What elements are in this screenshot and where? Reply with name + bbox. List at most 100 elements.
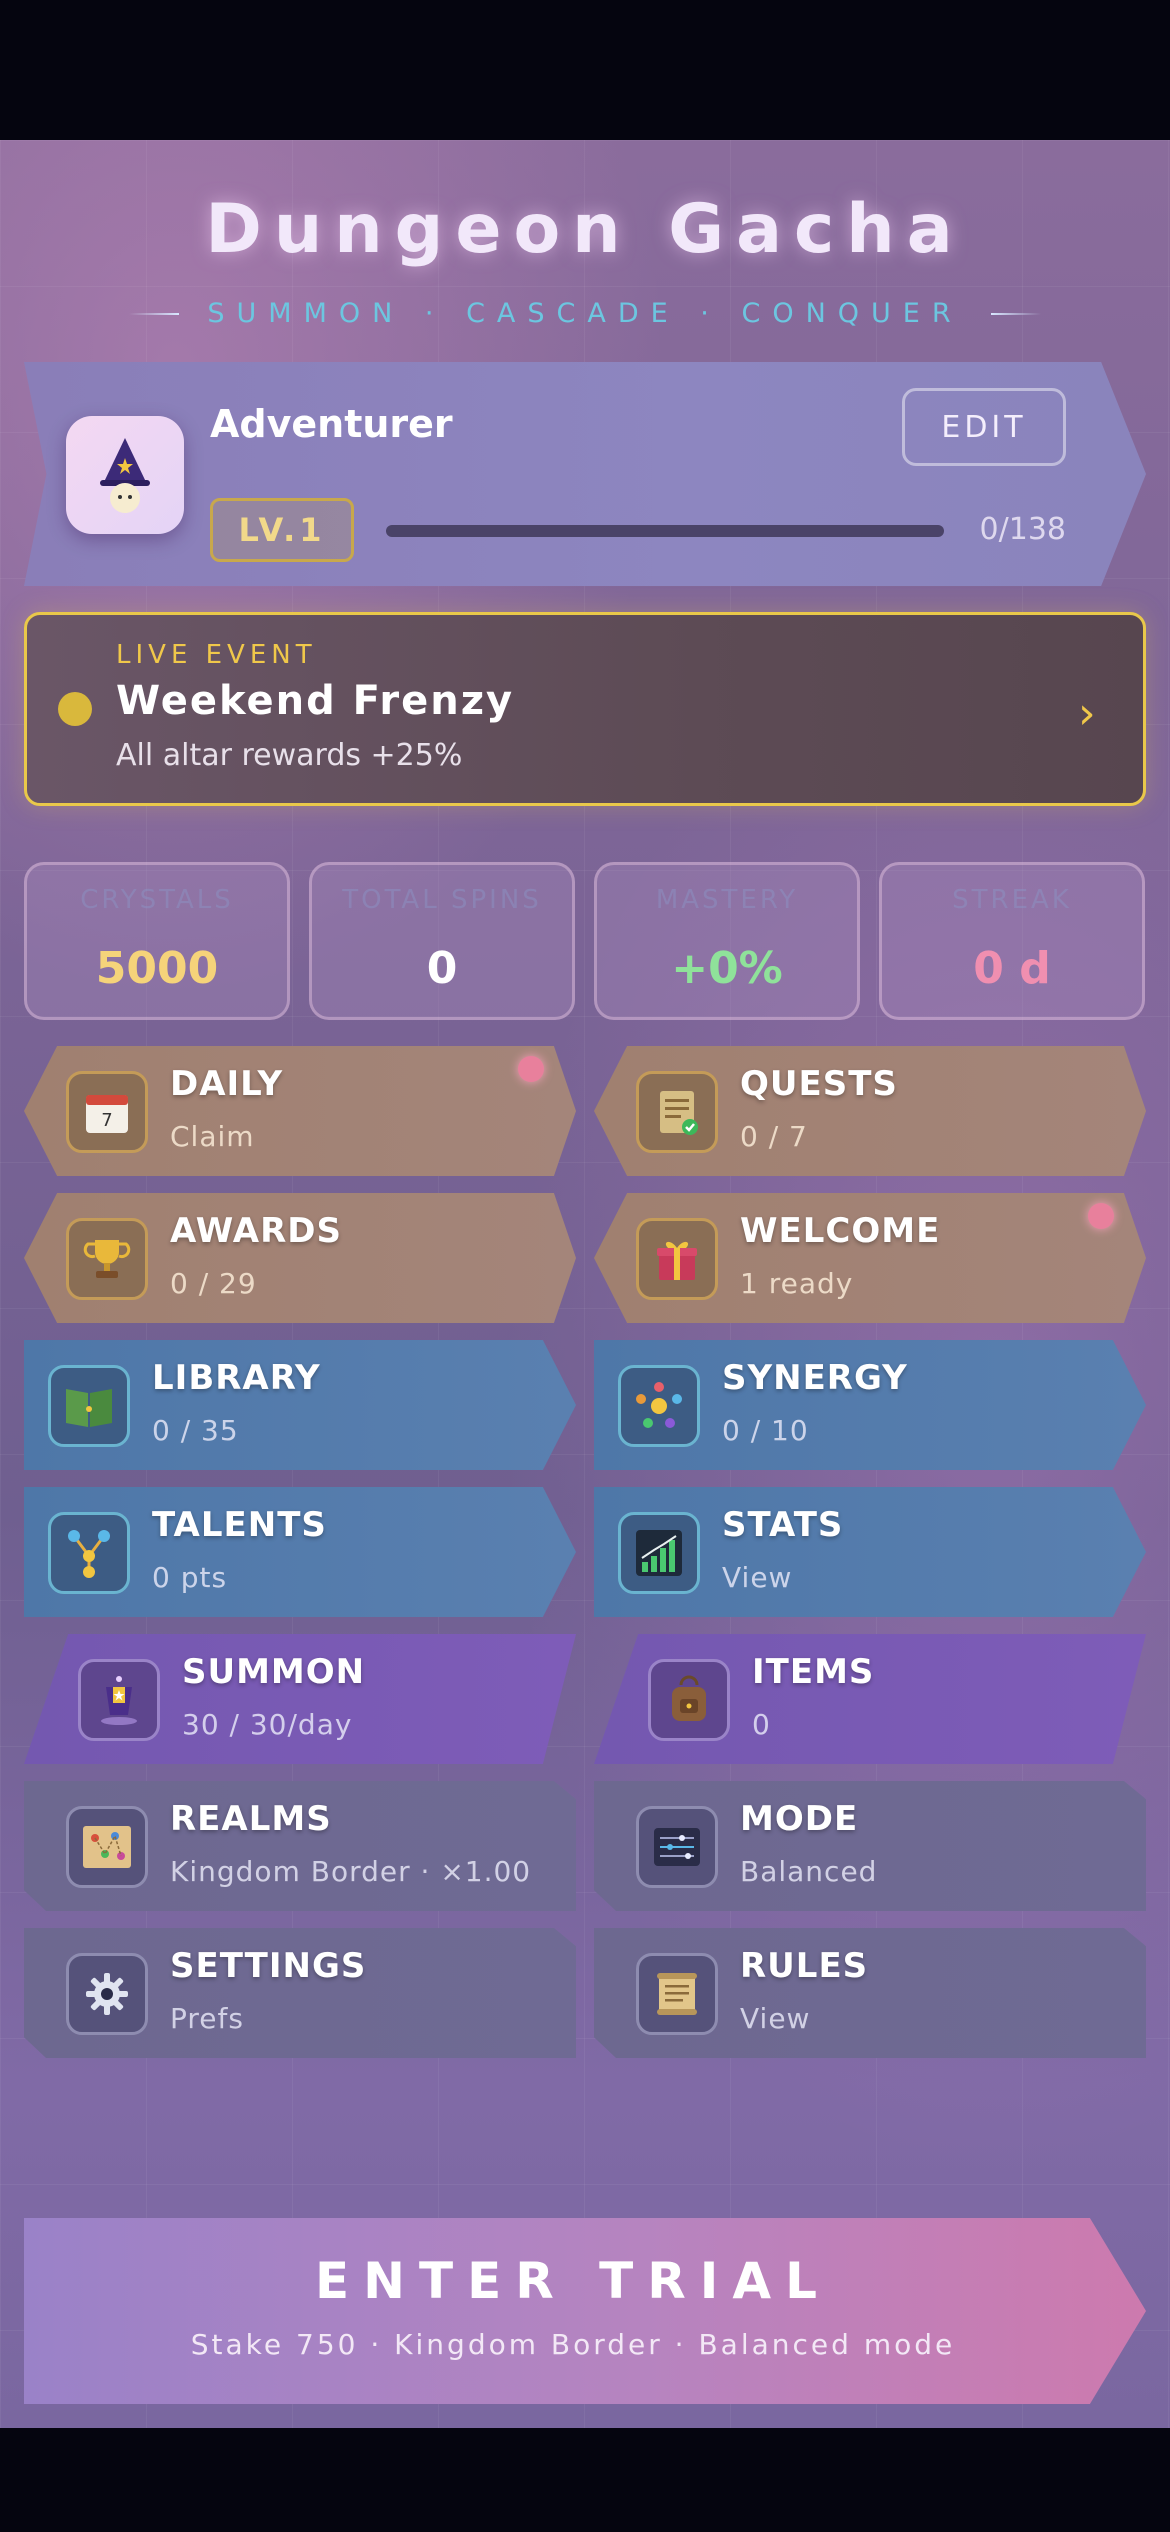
tile-subtitle: Claim — [170, 1120, 255, 1153]
backpack-icon — [648, 1659, 730, 1741]
calendar-icon-graphic: 7 — [86, 1095, 128, 1133]
tile-title: SETTINGS — [170, 1946, 367, 1986]
tile-title: RULES — [740, 1946, 869, 1986]
tile-subtitle: 0 pts — [152, 1561, 228, 1594]
tile-title: QUESTS — [740, 1064, 898, 1104]
tile-subtitle: 0 / 35 — [152, 1414, 239, 1447]
book-icon — [48, 1365, 130, 1447]
bar-chart-icon — [618, 1512, 700, 1594]
home-indicator-area — [0, 2428, 1170, 2532]
tile-subtitle: 0 — [752, 1708, 771, 1741]
summon-altar-icon — [78, 1659, 160, 1741]
map-icon — [66, 1806, 148, 1888]
tile-title: LIBRARY — [152, 1358, 321, 1398]
stat-value: 5000 — [95, 943, 219, 994]
notification-dot — [518, 1056, 544, 1082]
scroll-icon — [636, 1953, 718, 2035]
svg-text:7: 7 — [101, 1110, 112, 1131]
gear-icon — [66, 1953, 148, 2035]
tile-talents[interactable]: TALENTS 0 pts — [24, 1487, 576, 1617]
avatar[interactable] — [66, 416, 184, 534]
edit-profile-button[interactable]: EDIT — [902, 388, 1066, 466]
stat-label: CRYSTALS — [80, 885, 234, 915]
stat-value: +0% — [671, 943, 783, 994]
tile-title: DAILY — [170, 1064, 284, 1104]
enter-trial-button[interactable] — [24, 2218, 1146, 2404]
gift-icon — [636, 1218, 718, 1300]
tile-rules[interactable]: RULES View — [594, 1928, 1146, 2058]
event-title: Weekend Frenzy — [116, 678, 515, 724]
stat-total-spins: TOTAL SPINS 0 — [309, 862, 575, 1020]
tile-title: REALMS — [170, 1799, 332, 1839]
tile-subtitle: 0 / 7 — [740, 1120, 808, 1153]
tile-library[interactable]: LIBRARY 0 / 35 — [24, 1340, 576, 1470]
talent-tree-icon — [48, 1512, 130, 1594]
tile-subtitle: Kingdom Border · ×1.00 — [170, 1855, 532, 1888]
event-status-dot — [58, 692, 92, 726]
tile-summon[interactable]: SUMMON 30 / 30/day — [24, 1634, 576, 1764]
tile-subtitle: 1 ready — [740, 1267, 854, 1300]
tile-title: WELCOME — [740, 1211, 941, 1251]
quest-scroll-icon-graphic — [660, 1091, 698, 1135]
xp-text: 0/138 — [979, 512, 1066, 547]
subtitle-row: SUMMON · CASCADE · CONQUER — [0, 298, 1170, 329]
map-icon-graphic — [83, 1826, 131, 1868]
scroll-icon-graphic — [657, 1973, 697, 2015]
tile-subtitle: View — [722, 1561, 793, 1594]
level-badge: LV.1 — [210, 498, 354, 562]
gear-icon-graphic — [86, 1973, 128, 2015]
app-title: Dungeon Gacha — [205, 190, 965, 269]
tile-subtitle: Prefs — [170, 2002, 244, 2035]
tile-title: SYNERGY — [722, 1358, 908, 1398]
tile-subtitle: 30 / 30/day — [182, 1708, 353, 1741]
quest-scroll-icon — [636, 1071, 718, 1153]
tile-title: ITEMS — [752, 1652, 875, 1692]
trophy-icon-graphic — [83, 1240, 131, 1278]
wizard-icon — [100, 438, 150, 513]
talent-tree-icon-graphic — [68, 1530, 110, 1578]
synergy-orbs-icon-graphic — [636, 1382, 682, 1428]
app-subtitle: SUMMON · CASCADE · CONQUER — [207, 298, 963, 329]
tile-title: MODE — [740, 1799, 859, 1839]
enter-trial-label: ENTER TRIAL — [315, 2252, 831, 2310]
tile-settings[interactable]: SETTINGS Prefs — [24, 1928, 576, 2058]
event-tag: LIVE EVENT — [116, 640, 317, 670]
divider-left — [129, 312, 180, 315]
tile-awards[interactable]: AWARDS 0 / 29 — [24, 1193, 576, 1323]
backpack-icon-graphic — [672, 1675, 706, 1721]
tile-mode[interactable]: MODE Balanced — [594, 1781, 1146, 1911]
tile-welcome[interactable]: WELCOME 1 ready — [594, 1193, 1146, 1323]
bar-chart-icon-graphic — [636, 1530, 682, 1576]
sliders-icon-graphic — [654, 1828, 700, 1866]
xp-progress-bar — [386, 525, 944, 537]
stat-label: MASTERY — [655, 885, 799, 915]
player-name: Adventurer — [210, 402, 453, 446]
tile-title: SUMMON — [182, 1652, 366, 1692]
book-icon-graphic — [66, 1389, 112, 1427]
stat-streak: STREAK 0 d — [879, 862, 1145, 1020]
tile-subtitle: Balanced — [740, 1855, 878, 1888]
divider-right — [990, 312, 1041, 315]
stat-mastery: MASTERY +0% — [594, 862, 860, 1020]
tile-subtitle: View — [740, 2002, 811, 2035]
summon-altar-icon-graphic — [101, 1676, 137, 1725]
synergy-orbs-icon — [618, 1365, 700, 1447]
tile-daily[interactable]: 7 DAILY Claim — [24, 1046, 576, 1176]
calendar-icon: 7 — [66, 1071, 148, 1153]
tile-stats[interactable]: STATS View — [594, 1487, 1146, 1617]
tile-title: TALENTS — [152, 1505, 327, 1545]
tile-title: AWARDS — [170, 1211, 342, 1251]
tile-subtitle: 0 / 29 — [170, 1267, 257, 1300]
tile-subtitle: 0 / 10 — [722, 1414, 809, 1447]
tile-synergy[interactable]: SYNERGY 0 / 10 — [594, 1340, 1146, 1470]
sliders-icon — [636, 1806, 718, 1888]
tile-realms[interactable]: REALMS Kingdom Border · ×1.00 — [24, 1781, 576, 1911]
stat-label: STREAK — [952, 885, 1072, 915]
tile-quests[interactable]: QUESTS 0 / 7 — [594, 1046, 1146, 1176]
enter-trial-details: Stake 750 · Kingdom Border · Balanced mo… — [190, 2328, 956, 2361]
tile-title: STATS — [722, 1505, 844, 1545]
stat-label: TOTAL SPINS — [342, 885, 542, 915]
stat-value: 0 d — [973, 943, 1051, 994]
stat-crystals: CRYSTALS 5000 — [24, 862, 290, 1020]
tile-items[interactable]: ITEMS 0 — [594, 1634, 1146, 1764]
